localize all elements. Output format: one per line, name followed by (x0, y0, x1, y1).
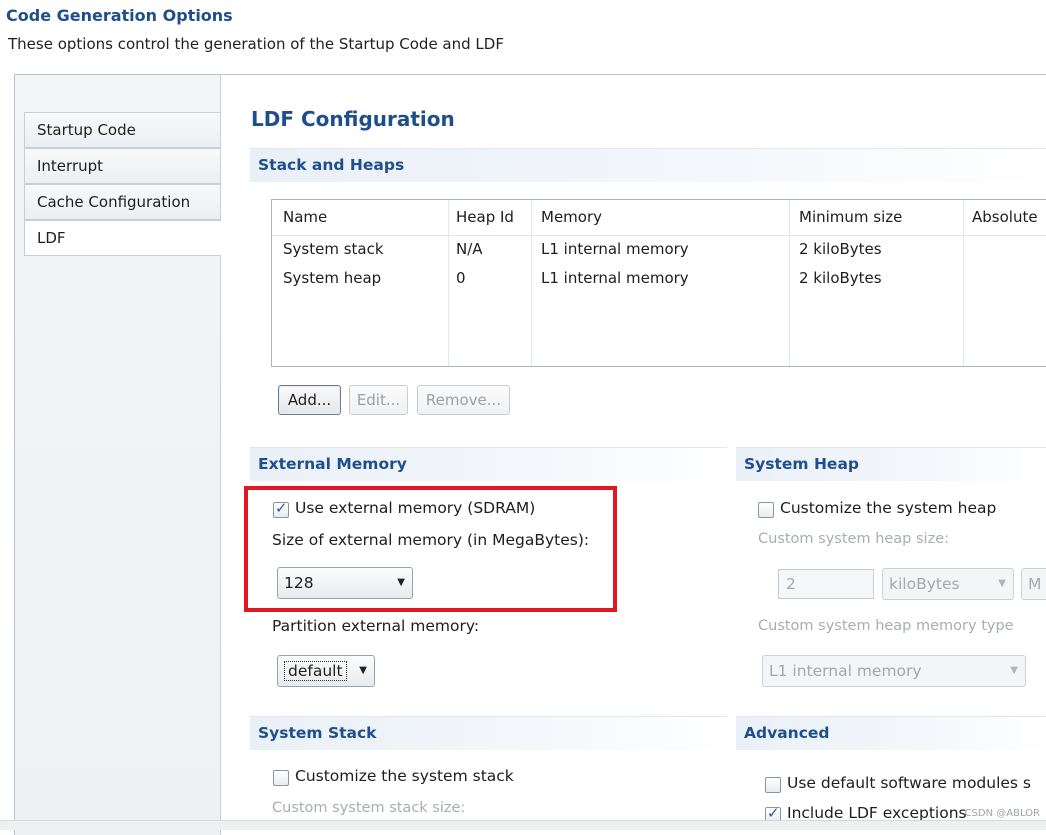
table-row-name[interactable]: System heap (283, 269, 381, 287)
dropdown-arrow-icon: ▼ (1010, 665, 1018, 676)
partition-select[interactable]: default ▼ (277, 655, 375, 687)
custom-heap-memory-type-label: Custom system heap memory type (758, 618, 1014, 634)
column-header-name[interactable]: Name (283, 208, 327, 226)
heaps-table[interactable]: Name Heap Id Memory Minimum size Absolut… (271, 199, 1046, 367)
column-header-memory[interactable]: Memory (541, 208, 602, 226)
heap-size-field[interactable]: 2 (778, 569, 874, 599)
edit-button[interactable]: Edit... (349, 385, 408, 415)
custom-stack-size-label: Custom system stack size: (272, 800, 466, 816)
stack-heaps-header: Stack and Heaps (250, 148, 1046, 182)
table-row-min-size[interactable]: 2 kiloBytes (799, 269, 882, 287)
add-button[interactable]: Add... (278, 385, 341, 415)
customize-heap-label: Customize the system heap (780, 499, 997, 517)
highlight-box (244, 486, 617, 612)
section-title: LDF Configuration (251, 107, 455, 131)
column-divider (789, 200, 790, 366)
column-header-absolute[interactable]: Absolute (972, 208, 1038, 226)
table-row-name[interactable]: System stack (283, 240, 384, 258)
table-row-heap-id[interactable]: N/A (456, 240, 483, 258)
tab-interrupt[interactable]: Interrupt (24, 148, 220, 184)
heap-memory-type-value: L1 internal memory (769, 662, 922, 680)
heap-unit-select[interactable]: kiloBytes ▼ (882, 568, 1014, 600)
watermark: CSDN @ABLOR (964, 808, 1040, 819)
tab-startup-code[interactable]: Startup Code (24, 112, 220, 148)
heap-unit-value: kiloBytes (889, 575, 960, 593)
dropdown-arrow-icon: ▼ (359, 665, 367, 676)
customize-stack-label: Customize the system stack (295, 767, 514, 785)
heap-extra-value: M (1028, 575, 1042, 593)
external-memory-header: External Memory (250, 447, 727, 481)
table-row-heap-id[interactable]: 0 (456, 269, 466, 287)
system-heap-header: System Heap (736, 447, 1046, 481)
tab-cache-configuration[interactable]: Cache Configuration (24, 184, 220, 220)
table-header (272, 200, 1046, 236)
table-row-memory[interactable]: L1 internal memory (541, 240, 689, 258)
column-header-heap-id[interactable]: Heap Id (456, 208, 514, 226)
tab-ldf[interactable]: LDF (24, 220, 221, 256)
column-divider (963, 200, 964, 366)
column-header-minimum-size[interactable]: Minimum size (799, 208, 902, 226)
heap-extra-select[interactable]: M (1021, 568, 1046, 600)
remove-button[interactable]: Remove... (417, 385, 510, 415)
advanced-header: Advanced (736, 716, 1046, 750)
customize-heap-checkbox[interactable] (758, 502, 774, 518)
heap-memory-type-select[interactable]: L1 internal memory ▼ (762, 655, 1026, 687)
column-divider (448, 200, 449, 366)
page-description: These options control the generation of … (8, 35, 504, 53)
partition-value: default (284, 661, 347, 681)
default-modules-label: Use default software modules s (787, 774, 1032, 792)
table-row-memory[interactable]: L1 internal memory (541, 269, 689, 287)
partition-external-memory-label: Partition external memory: (272, 617, 480, 635)
page-title: Code Generation Options (6, 6, 233, 25)
custom-heap-size-label: Custom system heap size: (758, 531, 949, 547)
dropdown-arrow-icon: ▼ (998, 578, 1006, 589)
table-row-min-size[interactable]: 2 kiloBytes (799, 240, 882, 258)
customize-stack-checkbox[interactable] (273, 770, 289, 786)
column-divider (531, 200, 532, 366)
system-stack-header: System Stack (250, 716, 727, 750)
default-modules-checkbox[interactable] (765, 777, 781, 793)
